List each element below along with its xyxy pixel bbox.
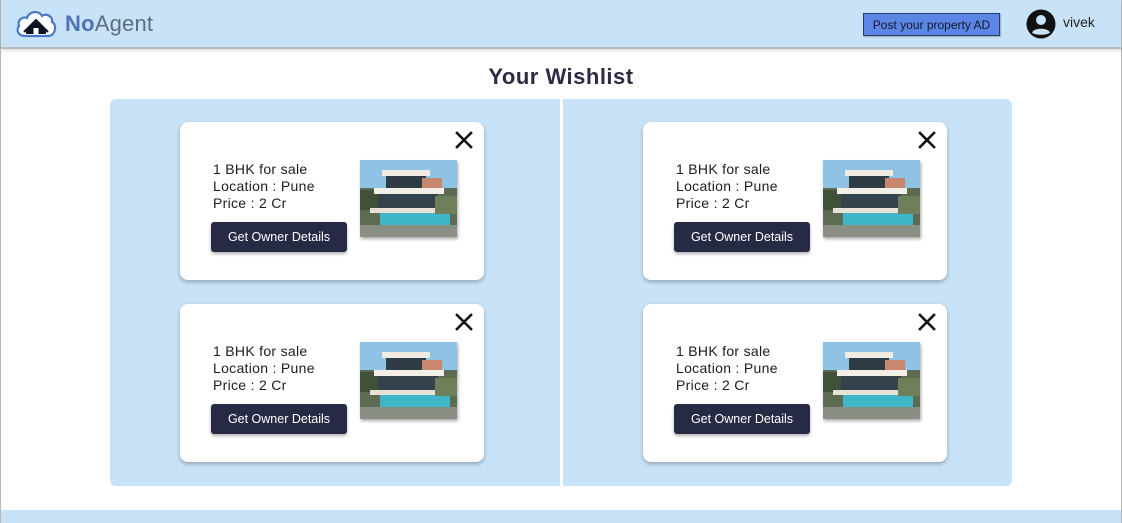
property-photo[interactable] — [823, 342, 920, 419]
property-location: Location : Pune — [676, 360, 778, 376]
property-type: 1 BHK for sale — [213, 161, 308, 177]
close-icon[interactable] — [454, 130, 474, 150]
property-location: Location : Pune — [676, 178, 778, 194]
wishlist-card: 1 BHK for sale Location : Pune Price : 2… — [643, 304, 947, 462]
villa-photo — [823, 160, 920, 237]
villa-photo — [360, 160, 457, 237]
brand-name-light: Agent — [94, 11, 154, 36]
footer-bar — [1, 510, 1121, 523]
property-photo[interactable] — [823, 160, 920, 237]
property-price: Price : 2 Cr — [676, 377, 750, 393]
property-info: 1 BHK for sale Location : Pune Price : 2… — [213, 343, 315, 394]
villa-photo — [360, 342, 457, 419]
property-photo[interactable] — [360, 342, 457, 419]
property-price: Price : 2 Cr — [676, 195, 750, 211]
property-type: 1 BHK for sale — [676, 343, 771, 359]
get-owner-details-button[interactable]: Get Owner Details — [211, 222, 347, 252]
property-info: 1 BHK for sale Location : Pune Price : 2… — [676, 161, 778, 212]
wishlist-card: 1 BHK for sale Location : Pune Price : 2… — [643, 122, 947, 280]
property-info: 1 BHK for sale Location : Pune Price : 2… — [213, 161, 315, 212]
brand-name-strong: No — [65, 11, 95, 36]
close-icon[interactable] — [454, 312, 474, 332]
brand-logo[interactable]: NoAgent — [15, 8, 153, 40]
cloud-house-icon — [16, 11, 57, 38]
property-location: Location : Pune — [213, 360, 315, 376]
column-divider — [560, 99, 563, 486]
wishlist-card: 1 BHK for sale Location : Pune Price : 2… — [180, 122, 484, 280]
brand-name: NoAgent — [65, 11, 153, 37]
property-type: 1 BHK for sale — [676, 161, 771, 177]
property-price: Price : 2 Cr — [213, 377, 287, 393]
property-info: 1 BHK for sale Location : Pune Price : 2… — [676, 343, 778, 394]
get-owner-details-button[interactable]: Get Owner Details — [674, 404, 810, 434]
villa-photo — [823, 342, 920, 419]
get-owner-details-button[interactable]: Get Owner Details — [211, 404, 347, 434]
post-property-ad-button[interactable]: Post your property AD — [863, 13, 1000, 36]
page-title: Your Wishlist — [488, 64, 634, 89]
user-menu[interactable]: vivek — [1026, 9, 1095, 39]
wishlist-panel: 1 BHK for sale Location : Pune Price : 2… — [110, 99, 1012, 486]
top-navbar: NoAgent Post your property AD vivek — [1, 0, 1121, 49]
user-circle-icon — [1026, 9, 1056, 39]
property-photo[interactable] — [360, 160, 457, 237]
get-owner-details-button[interactable]: Get Owner Details — [674, 222, 810, 252]
wishlist-card: 1 BHK for sale Location : Pune Price : 2… — [180, 304, 484, 462]
close-icon[interactable] — [917, 312, 937, 332]
property-price: Price : 2 Cr — [213, 195, 287, 211]
property-type: 1 BHK for sale — [213, 343, 308, 359]
page: NoAgent Post your property AD vivek Your… — [0, 0, 1122, 523]
user-name: vivek — [1063, 14, 1095, 30]
close-icon[interactable] — [917, 130, 937, 150]
property-location: Location : Pune — [213, 178, 315, 194]
